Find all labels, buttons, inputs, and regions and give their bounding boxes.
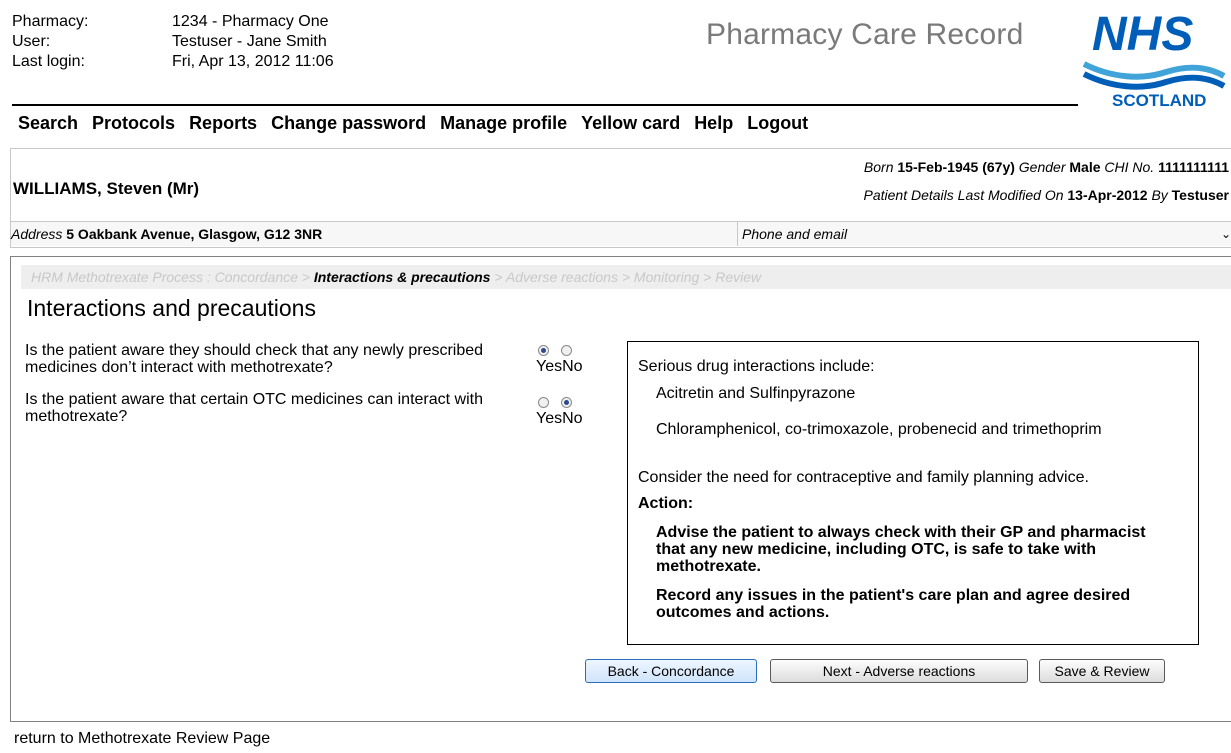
gender-value: Male — [1069, 159, 1101, 175]
patient-banner: WILLIAMS, Steven (Mr) Born 15-Feb-1945 (… — [10, 148, 1231, 248]
contraceptive-advice: Consider the need for contraceptive and … — [638, 469, 1089, 486]
logo-wave-1 — [1082, 61, 1226, 80]
main-nav: Search Protocols Reports Change password… — [18, 113, 808, 134]
interaction-item-2: Chloramphenicol, co-trimoxazole, probene… — [656, 421, 1102, 438]
process-breadcrumb: HRM Methotrexate Process : Concordance >… — [21, 265, 1231, 289]
protocol-panel: HRM Methotrexate Process : Concordance >… — [10, 256, 1231, 722]
address-value: 5 Oakbank Avenue, Glasgow, G12 3NR — [66, 226, 323, 242]
address: Address 5 Oakbank Avenue, Glasgow, G12 3… — [11, 226, 322, 242]
crumb-current: Interactions & precautions — [313, 269, 491, 285]
user-label: User: — [12, 33, 51, 50]
return-review-link[interactable]: return to Methotrexate Review Page — [14, 730, 270, 748]
gender-label: Gender — [1018, 159, 1066, 175]
last-login-value: Fri, Apr 13, 2012 11:06 — [172, 53, 334, 70]
user-value: Testuser - Jane Smith — [172, 33, 327, 50]
back-concordance-button[interactable]: Back - Concordance — [585, 659, 757, 683]
patient-demographics: Born 15-Feb-1945 (67y) Gender Male CHI N… — [864, 159, 1229, 175]
modified-date: 13-Apr-2012 — [1067, 187, 1148, 203]
nav-manage-profile[interactable]: Manage profile — [440, 113, 567, 134]
modified-by: Testuser — [1171, 187, 1229, 203]
next-adverse-reactions-button[interactable]: Next - Adverse reactions — [770, 659, 1028, 683]
question-1-yes-label: Yes — [536, 358, 563, 375]
crumb-concordance: HRM Methotrexate Process : Concordance — [31, 269, 298, 285]
chi-value: 1111111111 — [1158, 159, 1229, 175]
guidance-box: Serious drug interactions include: Acitr… — [627, 341, 1199, 645]
born-label: Born — [863, 159, 894, 175]
crumb-adverse: Adverse reactions — [505, 269, 618, 285]
address-row: Address 5 Oakbank Avenue, Glasgow, G12 3… — [11, 221, 1231, 246]
nav-help[interactable]: Help — [694, 113, 733, 134]
address-label: Address — [11, 226, 63, 242]
question-1-no-label: No — [562, 358, 583, 375]
question-1-no-radio[interactable] — [561, 345, 572, 356]
chevron-down-icon[interactable]: ⌄ — [1221, 222, 1231, 246]
action-advice-1: Advise the patient to always check with … — [656, 524, 1146, 575]
question-2-yes-radio[interactable] — [538, 397, 549, 408]
nav-logout[interactable]: Logout — [747, 113, 808, 134]
patient-name: WILLIAMS, Steven (Mr) — [13, 179, 200, 198]
by-label: By — [1151, 187, 1168, 203]
question-1-radio-group: YesNo — [536, 345, 596, 376]
interactions-heading: Serious drug interactions include: — [638, 358, 875, 375]
crumb-sep: > — [699, 269, 716, 285]
nav-reports[interactable]: Reports — [189, 113, 257, 134]
logo-scotland-text: SCOTLAND — [1112, 91, 1206, 110]
question-2-radio-group: YesNo — [536, 397, 596, 428]
question-2-yes-label: Yes — [536, 410, 563, 427]
action-label: Action: — [638, 495, 694, 512]
pharmacy-value: 1234 - Pharmacy One — [172, 13, 329, 30]
interaction-item-1: Acitretin and Sulfinpyrazone — [656, 385, 856, 402]
app-title: Pharmacy Care Record — [706, 18, 1024, 51]
question-2: Is the patient aware that certain OTC me… — [25, 391, 483, 425]
nav-change-password[interactable]: Change password — [271, 113, 426, 134]
crumb-sep: > — [490, 269, 506, 285]
nhs-scotland-logo: NHS SCOTLAND — [1082, 8, 1226, 110]
nav-protocols[interactable]: Protocols — [92, 113, 175, 134]
question-1-yes-radio[interactable] — [538, 345, 549, 356]
phone-email-label: Phone and email — [742, 226, 848, 242]
question-1: Is the patient aware they should check t… — [25, 342, 484, 376]
nav-yellow-card[interactable]: Yellow card — [581, 113, 680, 134]
question-2-no-label: No — [562, 410, 583, 427]
save-review-button[interactable]: Save & Review — [1039, 659, 1165, 683]
question-2-no-radio[interactable] — [561, 397, 572, 408]
crumb-monitoring: Monitoring — [633, 269, 700, 285]
logo-nhs-text: NHS — [1092, 8, 1193, 61]
born-value: 15-Feb-1945 — [897, 159, 979, 175]
pharmacy-label: Pharmacy: — [12, 13, 89, 30]
crumb-review: Review — [715, 269, 762, 285]
age-value: (67y) — [982, 159, 1015, 175]
nav-search[interactable]: Search — [18, 113, 78, 134]
section-title: Interactions and precautions — [27, 295, 316, 321]
session-info: Pharmacy: 1234 - Pharmacy One User: Testus… — [12, 12, 334, 72]
modified-label: Patient Details Last Modified On — [863, 187, 1064, 203]
crumb-sep: > — [617, 269, 634, 285]
header-divider — [12, 104, 1078, 106]
patient-modified: Patient Details Last Modified On 13-Apr-… — [864, 187, 1230, 203]
crumb-sep: > — [297, 269, 314, 285]
chi-label: CHI No. — [1104, 159, 1155, 175]
phone-email-toggle[interactable]: Phone and email ⌄ — [737, 222, 1231, 246]
action-advice-2: Record any issues in the patient's care … — [656, 587, 1131, 621]
last-login-label: Last login: — [12, 53, 85, 70]
